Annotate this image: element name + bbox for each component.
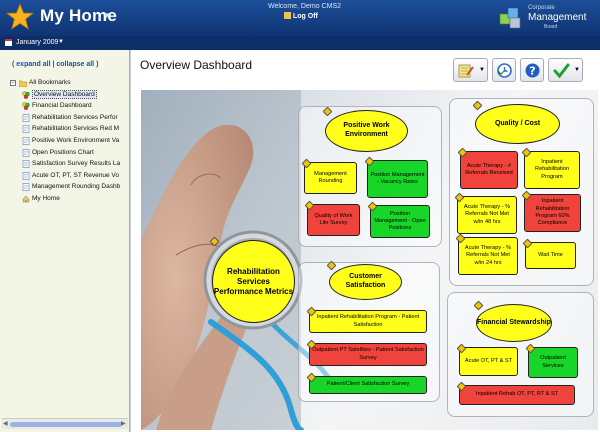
metric-box[interactable]: Patient/Client Satisfaction Survey bbox=[306, 372, 427, 394]
brand-main-text: Management bbox=[528, 12, 587, 23]
horizontal-scrollbar[interactable]: ◀ ▶ bbox=[2, 418, 128, 429]
center-metric-title[interactable]: Rehabilitation Services Performance Metr… bbox=[209, 236, 295, 323]
metric-box[interactable]: Outpatient PT Satellites - Patient Satis… bbox=[306, 339, 427, 366]
bookmark-item-label: Rehabilitation Services Red M bbox=[32, 125, 120, 133]
bookmark-item[interactable]: Financial Dashboard bbox=[6, 101, 130, 113]
approve-button[interactable]: ▼ bbox=[548, 58, 583, 82]
bookmarks-sidebar: ( expand all | collapse all ) − All Book… bbox=[0, 50, 130, 432]
report-icon bbox=[22, 183, 30, 192]
panel-title-financial-stewardship[interactable]: Financial Stewardship bbox=[473, 300, 552, 342]
metric-box[interactable]: Inpatient Rehab OT, PT, RT & ST bbox=[456, 381, 575, 405]
dashboard-canvas: Rehabilitation Services Performance Metr… bbox=[141, 90, 598, 430]
refresh-icon bbox=[497, 63, 512, 78]
bookmark-item-label: Open Positions Chart bbox=[32, 148, 94, 156]
folder-icon bbox=[19, 80, 27, 87]
metric-box[interactable]: Quality of Work Life Survey bbox=[304, 200, 360, 236]
expand-collapse-row: ( expand all | collapse all ) bbox=[12, 61, 99, 68]
star-logo-icon bbox=[6, 3, 34, 30]
separator: | bbox=[52, 61, 55, 68]
bookmark-item-label: Rehabilitation Services Perfor bbox=[32, 113, 118, 121]
log-off-icon bbox=[284, 12, 291, 19]
bookmark-item-label: Overview Dashboard bbox=[32, 89, 97, 99]
app-title-caret-icon[interactable]: ▼ bbox=[103, 11, 111, 20]
dashboard-icon bbox=[22, 90, 30, 99]
log-off-link[interactable]: Log Off bbox=[284, 12, 318, 20]
collapse-toggle-icon[interactable]: − bbox=[10, 80, 16, 86]
bookmark-item[interactable]: Rehabilitation Services Red M bbox=[6, 124, 130, 136]
welcome-text: Welcome, Demo CMS2 bbox=[268, 3, 342, 10]
bookmark-tree: − All Bookmarks Overview Dashboard Financ… bbox=[6, 78, 130, 206]
cubes-icon bbox=[499, 7, 521, 29]
report-icon bbox=[22, 113, 30, 122]
checkmark-icon bbox=[553, 63, 570, 79]
date-bar: January 2009 ▼ bbox=[0, 36, 600, 50]
help-icon: ? bbox=[525, 63, 540, 78]
metric-box[interactable]: Inpatient Rehabilitation Program 60% Com… bbox=[521, 190, 581, 232]
page-title: Overview Dashboard bbox=[140, 58, 253, 72]
bookmark-item-label: Management Rounding Dashb bbox=[32, 183, 121, 191]
brand-logo: Corporate Management Board bbox=[498, 2, 598, 34]
bookmark-item[interactable]: Overview Dashboard bbox=[6, 89, 130, 102]
bookmark-item[interactable]: Rehabilitation Services Perfor bbox=[6, 113, 130, 125]
metric-box[interactable]: Acute Therapy - # Referrals Received bbox=[457, 147, 518, 189]
dropdown-caret-icon: ▼ bbox=[479, 67, 485, 73]
top-header: My Home ▼ Welcome, Demo CMS2 Log Off Cor… bbox=[0, 0, 600, 36]
scrollbar-thumb[interactable] bbox=[10, 422, 122, 427]
bookmark-item-label: Satisfaction Survey Results La bbox=[32, 160, 121, 168]
brand-top-text: Corporate bbox=[528, 5, 555, 11]
panel-title-quality-cost[interactable]: Quality / Cost bbox=[472, 100, 560, 144]
date-selector[interactable]: January 2009 bbox=[16, 39, 58, 46]
bookmark-item[interactable]: Open Positions Chart bbox=[6, 148, 130, 160]
brand-sub-text: Board bbox=[544, 24, 558, 30]
report-icon bbox=[22, 160, 30, 168]
edit-notes-button[interactable]: ▼ bbox=[453, 58, 488, 82]
svg-text:?: ? bbox=[529, 65, 535, 78]
report-icon bbox=[22, 171, 30, 180]
metric-box[interactable]: Acute Therapy - % Referrals Not Met w/in… bbox=[455, 233, 518, 275]
metric-box[interactable]: Management Rounding bbox=[301, 158, 357, 194]
metric-box[interactable]: Position Management - Vacancy Rates bbox=[364, 156, 428, 198]
bookmark-item[interactable]: Acute OT, PT, ST Revenue Vo bbox=[6, 171, 130, 183]
bookmark-item-label: My Home bbox=[32, 194, 60, 202]
report-icon bbox=[22, 148, 30, 157]
bookmark-item[interactable]: Satisfaction Survey Results La bbox=[6, 159, 130, 171]
report-icon bbox=[22, 125, 30, 134]
metric-box[interactable]: Wait Time bbox=[522, 238, 576, 269]
bookmark-item-label: Financial Dashboard bbox=[32, 102, 92, 110]
log-off-label: Log Off bbox=[293, 13, 318, 20]
metric-box[interactable]: Position Management - Open Positions bbox=[367, 201, 430, 238]
expand-all-link[interactable]: expand all bbox=[16, 61, 50, 68]
home-icon bbox=[22, 195, 30, 203]
tree-root[interactable]: − All Bookmarks bbox=[6, 78, 130, 90]
tree-root-label: All Bookmarks bbox=[29, 79, 71, 86]
bookmark-item-label: Positive Work Environment Va bbox=[32, 136, 120, 144]
collapse-all-link[interactable]: collapse all bbox=[56, 61, 94, 68]
metric-box[interactable]: Acute OT, PT & ST bbox=[456, 343, 518, 376]
date-caret-icon[interactable]: ▼ bbox=[58, 39, 64, 45]
dropdown-caret-icon: ▼ bbox=[574, 67, 580, 73]
metric-box[interactable]: Inpatient Rehabilitation Program bbox=[521, 147, 580, 189]
notes-edit-icon bbox=[458, 64, 474, 78]
metric-box[interactable]: Acute Therapy - % Referrals Not Met w/in… bbox=[454, 192, 517, 234]
bookmark-item[interactable]: Management Rounding Dashb bbox=[6, 182, 130, 194]
dashboard-icon bbox=[22, 102, 30, 111]
scroll-right-arrow-icon[interactable]: ▶ bbox=[121, 420, 126, 427]
bookmark-item[interactable]: Positive Work Environment Va bbox=[6, 136, 130, 148]
bookmark-item[interactable]: My Home bbox=[6, 194, 130, 206]
main-content: Overview Dashboard ▼ ? ▼ Rehabilitation … bbox=[131, 50, 600, 432]
refresh-button[interactable] bbox=[492, 58, 516, 82]
help-button[interactable]: ? bbox=[520, 58, 544, 82]
metric-box[interactable]: Inpatient Rehabilitation Program - Patie… bbox=[306, 306, 427, 333]
calendar-icon[interactable] bbox=[5, 39, 12, 46]
bookmark-item-label: Acute OT, PT, ST Revenue Vo bbox=[32, 171, 119, 179]
scroll-left-arrow-icon[interactable]: ◀ bbox=[3, 420, 8, 427]
panel-title-customer-satisfaction[interactable]: Customer Satisfaction bbox=[326, 260, 402, 300]
panel-title-positive-work-environment[interactable]: Positive Work Environment bbox=[322, 106, 408, 152]
metric-box[interactable]: Outpatient Services bbox=[525, 343, 578, 378]
report-icon bbox=[22, 137, 30, 145]
